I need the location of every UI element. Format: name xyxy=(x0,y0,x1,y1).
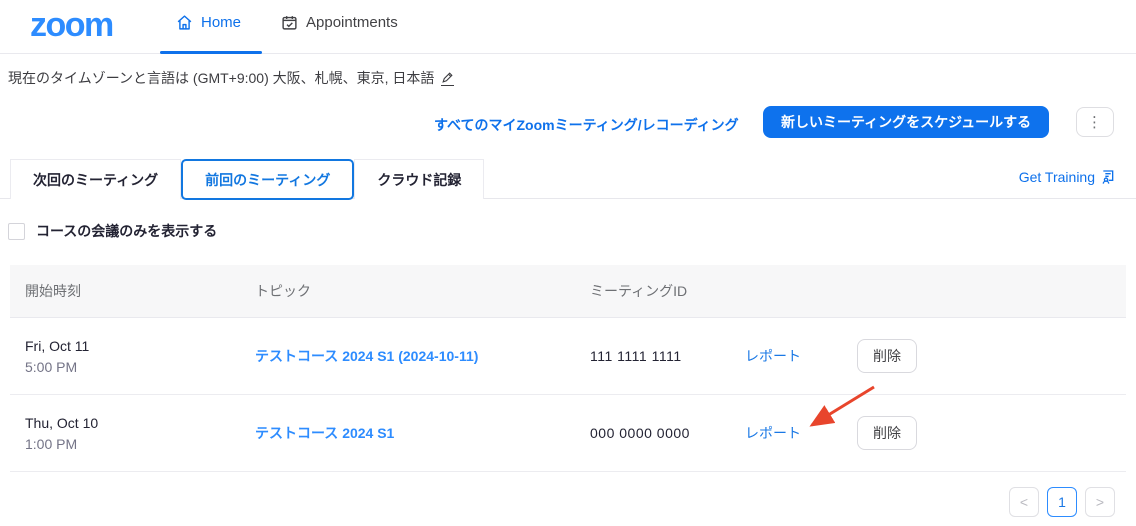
pagination: < 1 > xyxy=(1009,487,1115,517)
active-tab-underline xyxy=(160,51,262,54)
meeting-date: Fri, Oct 11 xyxy=(25,338,255,354)
nav-appointments-label: Appointments xyxy=(306,14,398,31)
nav-tab-home[interactable]: Home xyxy=(176,14,241,31)
timezone-text: 現在のタイムゾーンと言語は (GMT+9:00) 大阪、札幌、東京, 日本語 xyxy=(8,68,434,88)
start-time-cell: Thu, Oct 10 1:00 PM xyxy=(25,415,255,452)
delete-button[interactable]: 削除 xyxy=(857,416,917,450)
get-training-label: Get Training xyxy=(1019,169,1095,185)
schedule-new-meeting-button[interactable]: 新しいミーティングをスケジュールする xyxy=(763,106,1049,138)
start-time-cell: Fri, Oct 11 5:00 PM xyxy=(25,338,255,375)
report-link[interactable]: レポート xyxy=(745,348,801,364)
get-training-link[interactable]: Get Training xyxy=(1019,169,1116,185)
table-header-row: 開始時刻 トピック ミーティングID xyxy=(10,265,1126,318)
meeting-date: Thu, Oct 10 xyxy=(25,415,255,431)
previous-meetings-table: 開始時刻 トピック ミーティングID Fri, Oct 11 5:00 PM テ… xyxy=(10,265,1126,472)
header-topic: トピック xyxy=(255,281,590,301)
nav-home-label: Home xyxy=(201,14,241,31)
header-meeting-id: ミーティングID xyxy=(590,281,745,301)
training-doc-icon xyxy=(1100,169,1116,185)
meeting-topic-link[interactable]: テストコース 2024 S1 xyxy=(255,425,394,441)
tab-previous-meetings[interactable]: 前回のミーティング xyxy=(181,159,354,200)
header-start-time: 開始時刻 xyxy=(25,281,255,301)
pagination-page-1-button[interactable]: 1 xyxy=(1047,487,1077,517)
nav-tab-appointments[interactable]: Appointments xyxy=(281,14,398,31)
course-only-label: コースの会議のみを表示する xyxy=(36,221,217,241)
meeting-time: 5:00 PM xyxy=(25,359,255,375)
meeting-time: 1:00 PM xyxy=(25,436,255,452)
pagination-prev-button[interactable]: < xyxy=(1009,487,1039,517)
zoom-lms-page: zoom Home Appointments 現在のタイムゾーンと言語は (GM… xyxy=(0,0,1136,526)
zoom-logo: zoom xyxy=(30,6,113,45)
home-icon xyxy=(176,14,193,31)
meeting-id: 000 0000 0000 xyxy=(590,425,745,441)
vertical-ellipsis-icon: ⋮ xyxy=(1087,113,1103,131)
meeting-topic-link[interactable]: テストコース 2024 S1 (2024-10-11) xyxy=(255,348,478,364)
pagination-next-button[interactable]: > xyxy=(1085,487,1115,517)
report-link[interactable]: レポート xyxy=(745,425,801,441)
all-zoom-meetings-link[interactable]: すべてのマイZoomミーティング/レコーディング xyxy=(434,115,739,135)
top-navigation-bar: zoom Home Appointments xyxy=(0,0,1136,54)
delete-button[interactable]: 削除 xyxy=(857,339,917,373)
calendar-check-icon xyxy=(281,14,298,31)
table-row: Thu, Oct 10 1:00 PM テストコース 2024 S1 000 0… xyxy=(10,395,1126,472)
more-options-button[interactable]: ⋮ xyxy=(1076,107,1114,137)
meeting-tabs: 次回のミーティング 前回のミーティング クラウド記録 xyxy=(10,159,484,199)
course-only-checkbox[interactable] xyxy=(8,223,25,240)
timezone-language-line: 現在のタイムゾーンと言語は (GMT+9:00) 大阪、札幌、東京, 日本語 xyxy=(8,68,454,88)
tab-upcoming-meetings[interactable]: 次回のミーティング xyxy=(10,159,181,199)
edit-timezone-icon[interactable] xyxy=(441,71,454,86)
table-row: Fri, Oct 11 5:00 PM テストコース 2024 S1 (2024… xyxy=(10,318,1126,395)
meeting-tabs-row: 次回のミーティング 前回のミーティング クラウド記録 Get Training xyxy=(0,159,1136,199)
tab-cloud-recordings[interactable]: クラウド記録 xyxy=(354,159,484,199)
meeting-id: 111 1111 1111 xyxy=(590,348,745,364)
course-filter-row: コースの会議のみを表示する xyxy=(8,221,217,241)
